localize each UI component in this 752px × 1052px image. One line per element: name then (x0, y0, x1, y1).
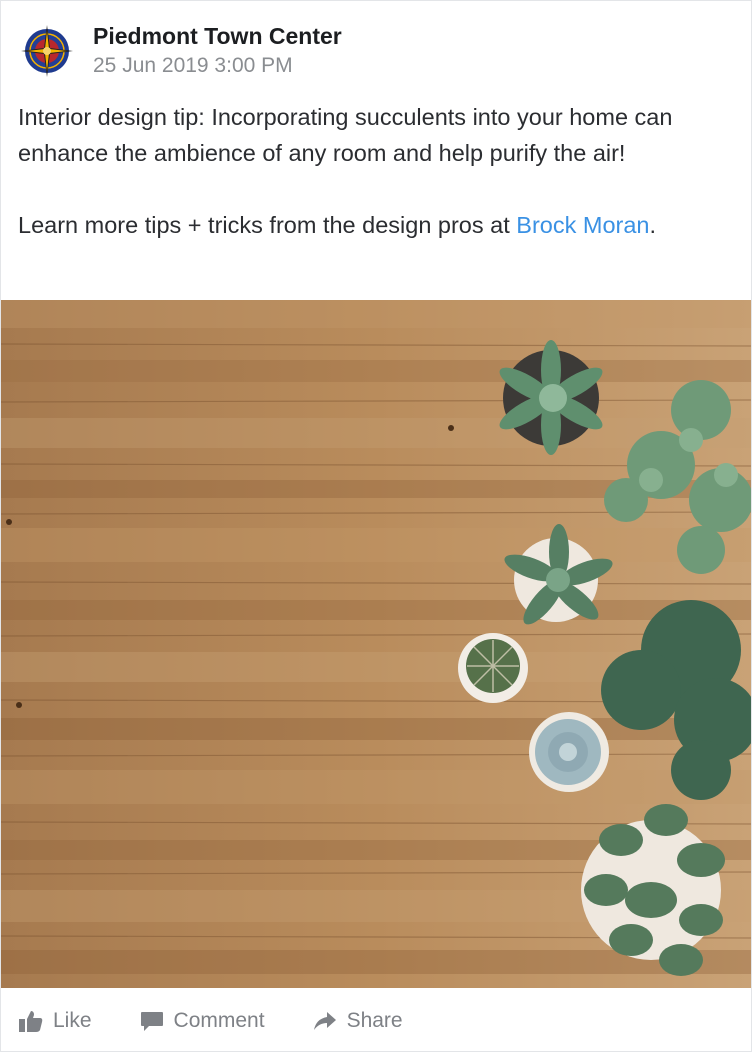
post-photo[interactable] (1, 300, 751, 988)
page-avatar[interactable] (19, 23, 75, 79)
paragraph-2-suffix: . (649, 212, 657, 238)
thumbs-up-icon (19, 1011, 43, 1032)
post-card: Piedmont Town Center 25 Jun 2019 3:00 PM… (0, 0, 752, 1052)
post-paragraph-2: Learn more tips + tricks from the design… (18, 207, 743, 243)
post-paragraph-1: Interior design tip: Incorporating succu… (18, 104, 673, 166)
post-actions: Like Comment Share (1, 991, 751, 1051)
comment-button[interactable]: Comment (140, 1009, 265, 1033)
share-button[interactable]: Share (313, 1009, 403, 1033)
share-arrow-icon (313, 1012, 336, 1030)
comment-label: Comment (173, 1009, 265, 1032)
share-label: Share (346, 1009, 403, 1032)
like-button[interactable]: Like (19, 1009, 92, 1033)
paragraph-2-prefix: Learn more tips + tricks from the design… (18, 212, 517, 238)
like-label: Like (53, 1009, 92, 1032)
post-header: Piedmont Town Center 25 Jun 2019 3:00 PM (19, 21, 342, 81)
brock-moran-link[interactable]: Brock Moran (516, 212, 649, 238)
comment-bubble-icon (140, 1012, 163, 1031)
page-name[interactable]: Piedmont Town Center (93, 21, 342, 51)
post-text: Interior design tip: Incorporating succu… (18, 99, 743, 243)
succulents-photo-illustration (1, 300, 751, 988)
header-text: Piedmont Town Center 25 Jun 2019 3:00 PM (93, 21, 342, 81)
post-timestamp[interactable]: 25 Jun 2019 3:00 PM (93, 51, 342, 81)
